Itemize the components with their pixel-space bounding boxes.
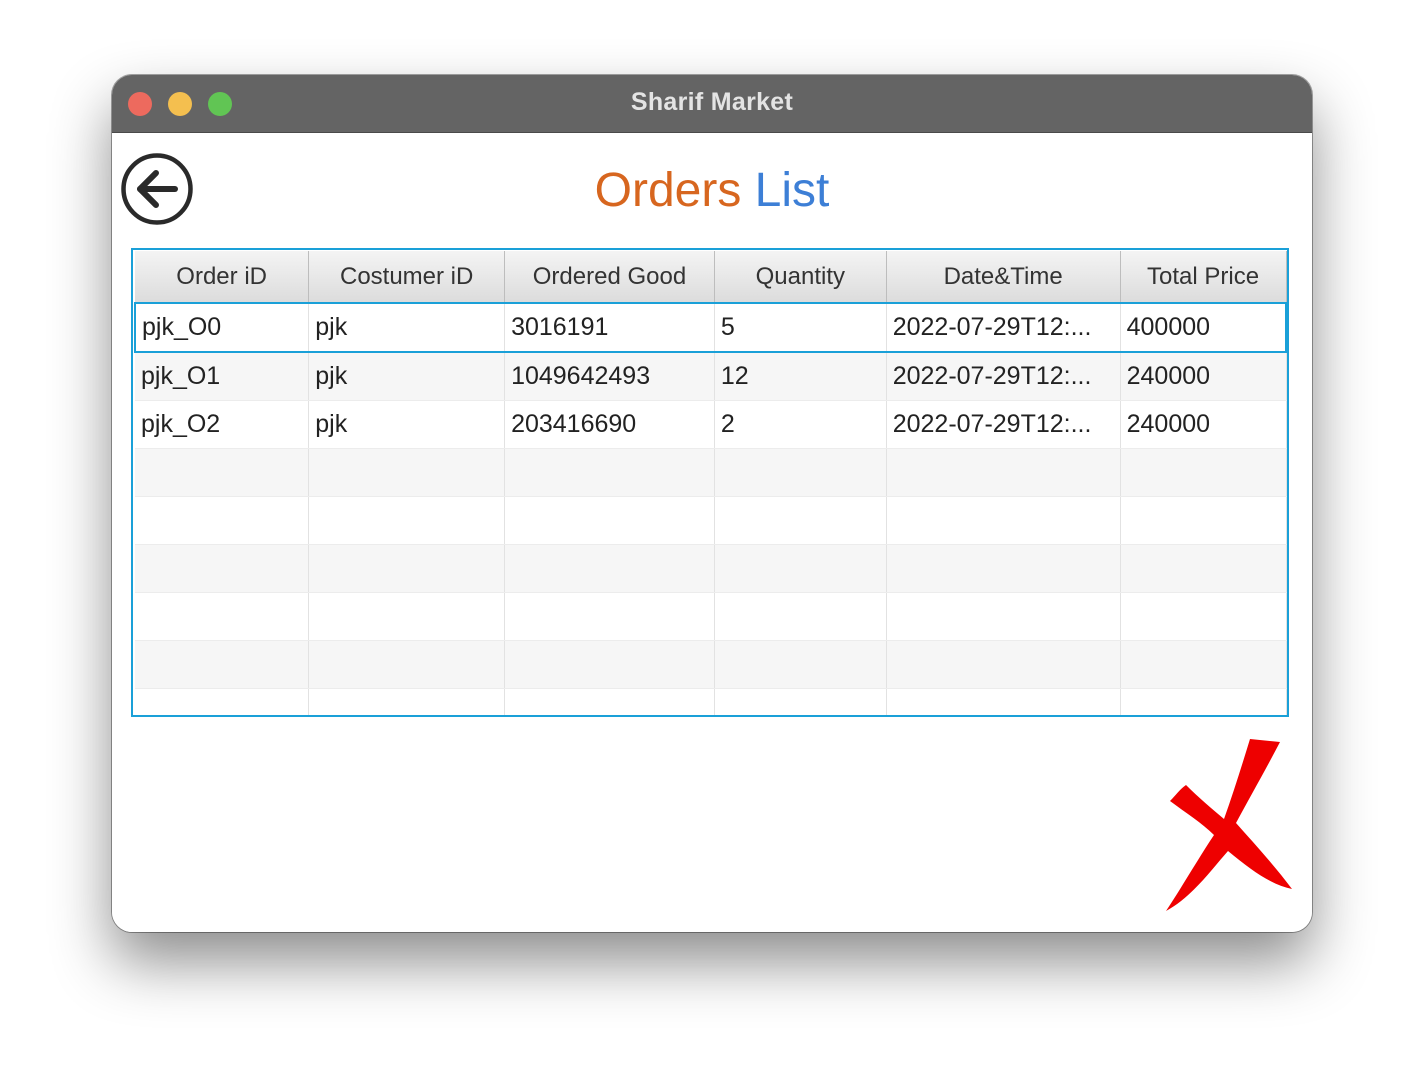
quantity-cell[interactable]: 5 [714,302,887,353]
order-id-cell[interactable]: pjk_O2 [135,400,310,449]
ordered-good-cell[interactable]: 3016191 [504,302,715,353]
title-bar[interactable]: Sharif Market [112,75,1312,133]
column-header-date-time[interactable]: Date&Time [886,251,1121,304]
column-header-costumer-id[interactable]: Costumer iD [308,251,506,304]
quantity-cell[interactable]: 12 [714,352,887,401]
ordered-good-cell[interactable]: 1049642493 [504,352,715,401]
empty-table-row [135,592,1287,641]
window-title: Sharif Market [630,88,794,116]
empty-table-row [135,688,1287,715]
table-row[interactable]: pjk_O1 pjk 1049642493 12 2022-07-29T12:.… [135,352,1287,401]
date-time-cell[interactable]: 2022-07-29T12:... [886,302,1121,353]
total-price-cell[interactable]: 240000 [1120,400,1287,449]
empty-table-row [135,640,1287,689]
date-time-cell[interactable]: 2022-07-29T12:... [886,352,1121,401]
empty-table-row [135,448,1287,497]
app-window: Sharif Market Orders List Order iD Costu… [112,75,1312,932]
empty-table-row [135,496,1287,545]
close-button[interactable] [1162,739,1294,913]
column-header-total-price[interactable]: Total Price [1120,251,1287,304]
costumer-id-cell[interactable]: pjk [308,400,506,449]
ordered-good-cell[interactable]: 203416690 [504,400,715,449]
column-header-quantity[interactable]: Quantity [714,251,887,304]
red-x-icon [1166,739,1292,911]
total-price-cell[interactable]: 240000 [1120,352,1287,401]
table-row[interactable]: pjk_O2 pjk 203416690 2 2022-07-29T12:...… [135,400,1287,449]
orders-table[interactable]: Order iD Costumer iD Ordered Good Quanti… [131,248,1289,717]
total-price-cell[interactable]: 400000 [1120,302,1287,353]
order-id-cell[interactable]: pjk_O1 [135,352,310,401]
column-header-order-id[interactable]: Order iD [135,251,310,304]
table-row[interactable]: pjk_O0 pjk 3016191 5 2022-07-29T12:... 4… [134,302,1287,353]
page-title-word-orders: Orders [594,164,742,217]
costumer-id-cell[interactable]: pjk [308,302,506,353]
table-header-row: Order iD Costumer iD Ordered Good Quanti… [135,251,1287,304]
date-time-cell[interactable]: 2022-07-29T12:... [886,400,1121,449]
order-id-cell[interactable]: pjk_O0 [134,302,310,353]
main-content: Orders List Order iD Costumer iD Ordered… [112,133,1312,932]
quantity-cell[interactable]: 2 [714,400,887,449]
page-title-word-list: List [754,164,830,217]
costumer-id-cell[interactable]: pjk [308,352,506,401]
column-header-ordered-good[interactable]: Ordered Good [504,251,715,304]
empty-table-row [135,544,1287,593]
page-title: Orders List [112,161,1312,221]
